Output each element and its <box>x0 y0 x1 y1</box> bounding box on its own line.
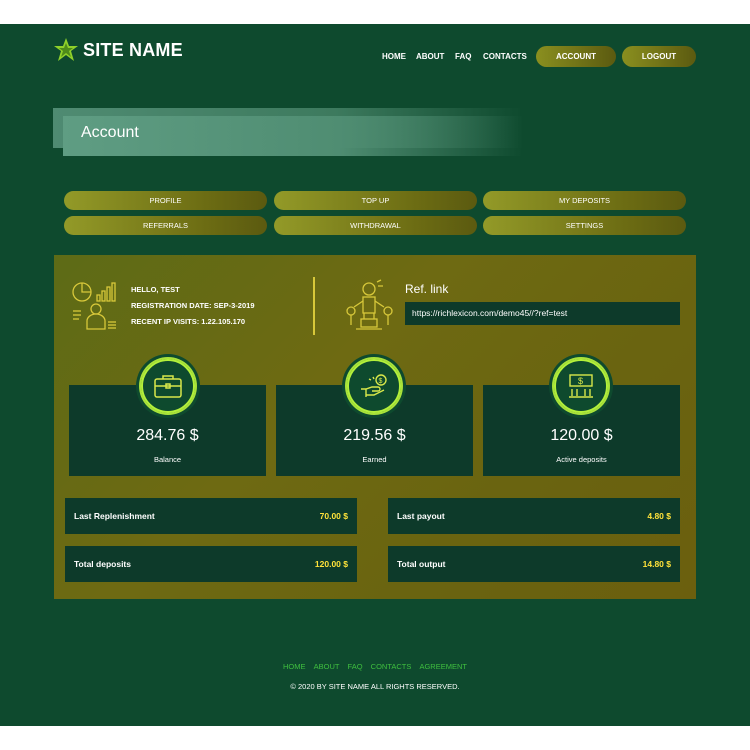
star-logo-icon <box>54 38 78 61</box>
footer-link-agreement[interactable]: AGREEMENT <box>419 662 467 671</box>
footer-link-home[interactable]: HOME <box>283 662 306 671</box>
total-deposits-row: Total deposits 120.00 $ <box>65 546 357 582</box>
footer-link-faq[interactable]: FAQ <box>348 662 363 671</box>
balance-value: 284.76 $ <box>136 427 199 444</box>
menu-settings[interactable]: SETTINGS <box>483 216 686 235</box>
balance-icon-circle <box>139 357 197 415</box>
total-output-row: Total output 14.80 $ <box>388 546 680 582</box>
last-replenishment-row: Last Replenishment 70.00 $ <box>65 498 357 534</box>
last-replenishment-label: Last Replenishment <box>74 511 155 521</box>
account-button[interactable]: ACCOUNT <box>536 46 616 67</box>
menu-top-up[interactable]: TOP UP <box>274 191 477 210</box>
active-deposits-value: 120.00 $ <box>550 427 613 444</box>
active-deposits-label: Active deposits <box>556 455 607 464</box>
last-payout-value: 4.80 $ <box>647 511 671 521</box>
user-greeting: HELLO, TEST <box>131 285 180 294</box>
ref-link-field[interactable]: https://richlexicon.com/demo45//?ref=tes… <box>405 302 680 325</box>
total-output-label: Total output <box>397 559 446 569</box>
total-deposits-label: Total deposits <box>74 559 131 569</box>
footer-nav: HOME ABOUT FAQ CONTACTS AGREEMENT <box>0 662 750 671</box>
nav-faq[interactable]: FAQ <box>455 52 471 61</box>
total-output-value: 14.80 $ <box>642 559 671 569</box>
site-logo[interactable]: SITE NAME <box>53 37 183 63</box>
site-container: SITE NAME HOME ABOUT FAQ CONTACTS ACCOUN… <box>0 24 750 726</box>
deposits-icon-circle: $ <box>552 357 610 415</box>
footer-link-contacts[interactable]: CONTACTS <box>371 662 412 671</box>
menu-profile[interactable]: PROFILE <box>64 191 267 210</box>
nav-contacts[interactable]: CONTACTS <box>483 52 527 61</box>
earned-icon-circle: $ <box>345 357 403 415</box>
copyright-text: © 2020 BY SITE NAME ALL RIGHTS RESERVED. <box>290 682 460 691</box>
site-name: SITE NAME <box>83 39 183 60</box>
info-divider <box>313 277 315 335</box>
balance-label: Balance <box>153 455 182 464</box>
user-stats-icon <box>72 282 116 330</box>
page-title: Account <box>81 124 139 141</box>
briefcase-icon <box>154 375 182 398</box>
svg-text:$: $ <box>379 378 383 385</box>
menu-my-deposits[interactable]: MY DEPOSITS <box>483 191 686 210</box>
referral-person-icon <box>346 279 393 330</box>
nav-about[interactable]: ABOUT <box>416 52 444 61</box>
registration-date: REGISTRATION DATE: SEP-3-2019 <box>131 301 255 310</box>
logout-button[interactable]: LOGOUT <box>622 46 696 67</box>
nav-home[interactable]: HOME <box>382 52 406 61</box>
money-hand-icon: $ <box>361 374 387 397</box>
bank-icon: $ <box>569 374 593 398</box>
earned-label: Earned <box>362 455 387 464</box>
last-replenishment-value: 70.00 $ <box>319 511 348 521</box>
earned-value: 219.56 $ <box>343 427 406 444</box>
footer-link-about[interactable]: ABOUT <box>314 662 340 671</box>
total-deposits-value: 120.00 $ <box>314 559 348 569</box>
menu-withdrawal[interactable]: WITHDRAWAL <box>274 216 477 235</box>
menu-referrals[interactable]: REFERRALS <box>64 216 267 235</box>
ref-link-label: Ref. link <box>405 282 449 296</box>
svg-text:$: $ <box>578 376 583 386</box>
recent-ip-visits: RECENT IP VISITS: 1.22.105.170 <box>131 317 246 326</box>
last-payout-label: Last payout <box>397 511 445 521</box>
last-payout-row: Last payout 4.80 $ <box>388 498 680 534</box>
